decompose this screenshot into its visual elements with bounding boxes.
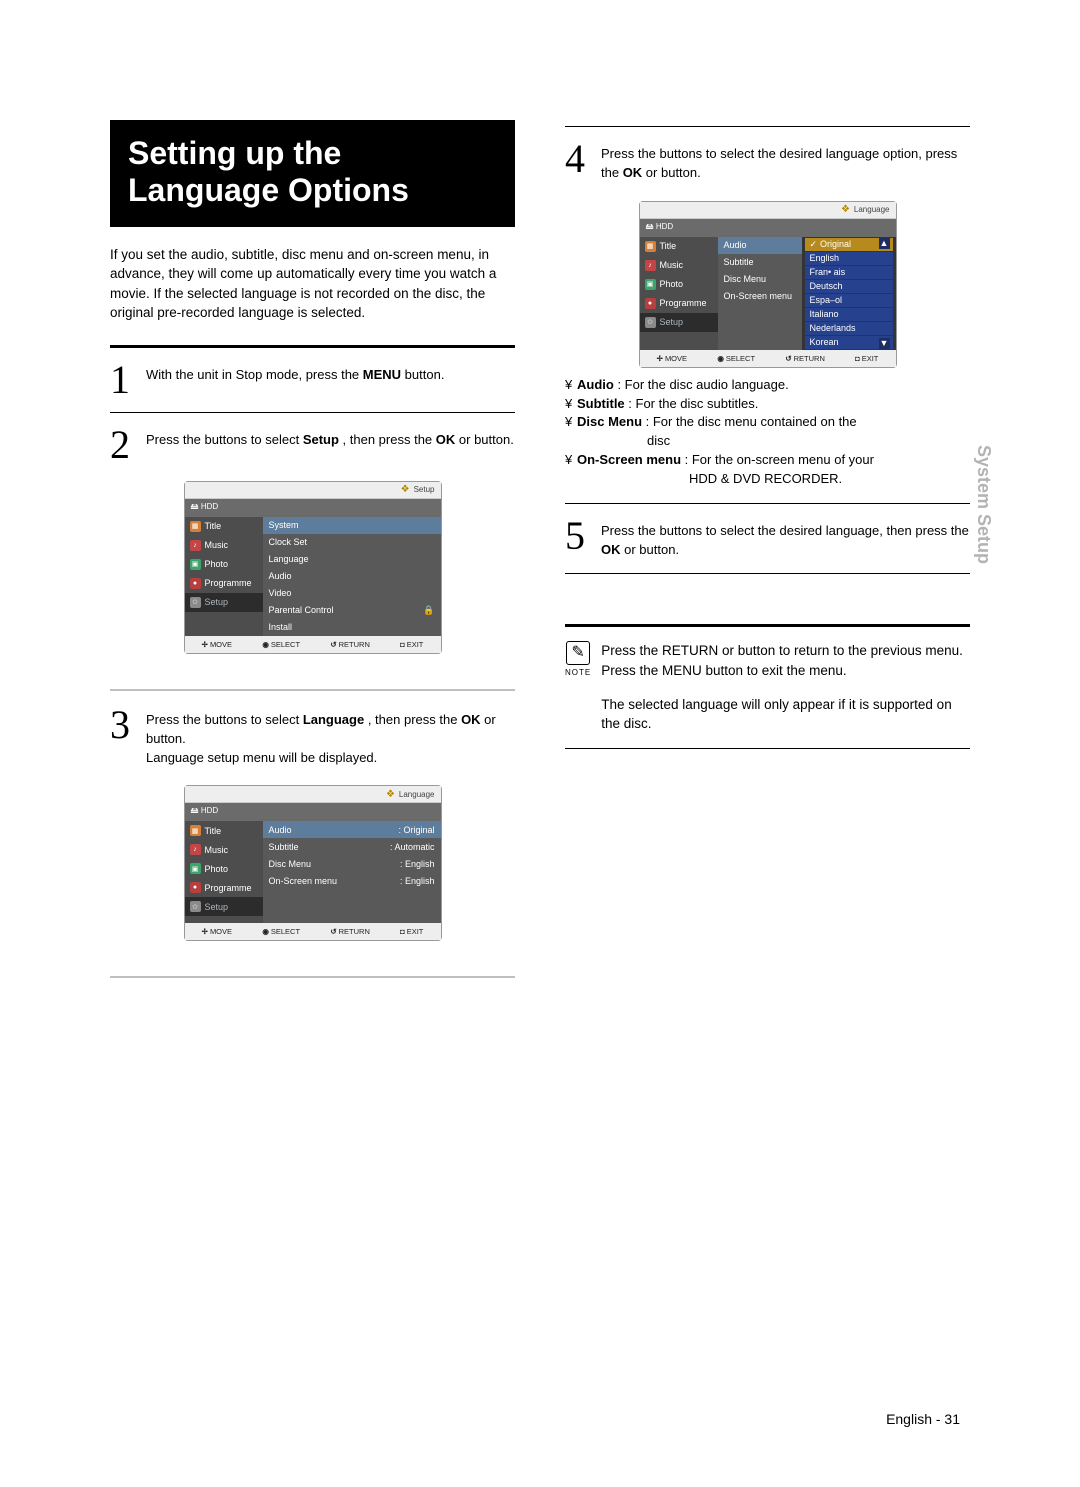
music-icon: ♪ <box>645 260 656 271</box>
note-label: NOTE <box>565 667 591 679</box>
step-number: 4 <box>565 141 591 183</box>
scroll-up-icon: ▲ <box>879 238 890 249</box>
music-icon: ♪ <box>190 844 201 855</box>
rule <box>565 126 970 127</box>
osd-setup-menu: ❖Setup 🖴 HDD ▦Title ♪Music ▣Photo ●Progr… <box>184 481 442 654</box>
music-icon: ♪ <box>190 540 201 551</box>
step-number: 3 <box>110 707 136 768</box>
step-1: 1 With the unit in Stop mode, press the … <box>110 362 515 398</box>
photo-icon: ▣ <box>190 863 201 874</box>
note-block: ✎ NOTE Press the RETURN or button to ret… <box>565 641 970 733</box>
rule <box>565 573 970 574</box>
step-number: 2 <box>110 427 136 463</box>
programme-icon: ● <box>645 298 656 309</box>
setup-icon: ✿ <box>190 901 201 912</box>
page-footer: English - 31 <box>886 1411 960 1427</box>
lock-icon: 🔒 <box>423 605 434 616</box>
step-5: 5 Press the buttons to select the desire… <box>565 518 970 560</box>
setup-icon: ✿ <box>190 597 201 608</box>
rule <box>110 412 515 413</box>
title-text: Setting up the Language Options <box>128 135 497 209</box>
note-icon: ✎ <box>566 641 590 665</box>
rule <box>110 345 515 348</box>
rule <box>565 748 970 749</box>
title-icon: ▦ <box>190 521 201 532</box>
step-3: 3 Press the buttons to select Language ,… <box>110 707 515 768</box>
title-icon: ▦ <box>645 241 656 252</box>
page-title: Setting up the Language Options <box>110 120 515 227</box>
rule <box>565 624 970 627</box>
rule <box>110 976 515 978</box>
intro-paragraph: If you set the audio, subtitle, disc men… <box>110 245 515 323</box>
programme-icon: ● <box>190 882 201 893</box>
programme-icon: ● <box>190 578 201 589</box>
section-tab: System Setup <box>973 445 994 564</box>
osd-language-dropdown: ❖Language 🖴 HDD ▦Title ♪Music ▣Photo ●Pr… <box>639 201 897 368</box>
osd-language-menu: ❖Language 🖴 HDD ▦Title ♪Music ▣Photo ●Pr… <box>184 785 442 941</box>
step-number: 5 <box>565 518 591 560</box>
rule <box>110 689 515 691</box>
title-icon: ▦ <box>190 825 201 836</box>
definition-list: ¥Audio : For the disc audio language. ¥S… <box>565 376 970 489</box>
scroll-down-icon: ▼ <box>879 338 890 349</box>
setup-icon: ✿ <box>645 317 656 328</box>
photo-icon: ▣ <box>190 559 201 570</box>
photo-icon: ▣ <box>645 279 656 290</box>
rule <box>565 503 970 504</box>
step-4: 4 Press the buttons to select the desire… <box>565 141 970 183</box>
step-number: 1 <box>110 362 136 398</box>
step-2: 2 Press the buttons to select Setup , th… <box>110 427 515 463</box>
